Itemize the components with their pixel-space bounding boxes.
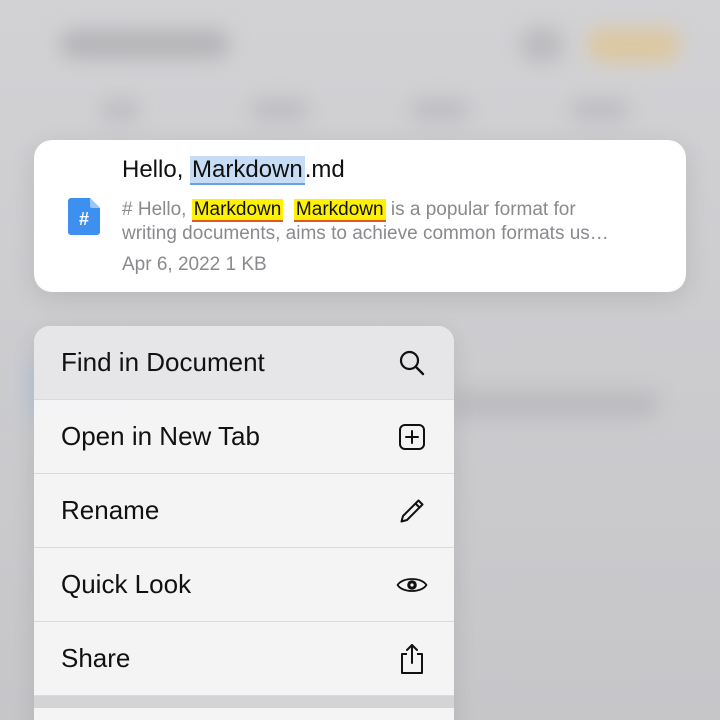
snippet-prefix: # Hello, — [122, 199, 192, 220]
blurred-toolbar-title — [60, 30, 230, 58]
menu-item-find-in-document[interactable]: Find in Document — [34, 326, 454, 400]
blurred-content — [450, 390, 660, 418]
menu-item-label: Open in New Tab — [61, 421, 260, 451]
snippet-line-1: # Hello, Markdown Markdown is a popular … — [122, 198, 662, 222]
file-icon-glyph: # — [79, 209, 89, 229]
markdown-file-icon: # — [68, 198, 100, 235]
snippet-line-2: writing documents, aims to achieve commo… — [122, 223, 609, 244]
menu-item-label: Quick Look — [61, 569, 192, 599]
search-match-highlight: Markdown — [191, 199, 284, 222]
file-date: Apr 6, 2022 — [122, 254, 221, 275]
blurred-tab — [410, 100, 470, 120]
blurred-tab — [100, 100, 140, 120]
search-icon — [396, 347, 428, 379]
blurred-tab — [250, 100, 310, 120]
file-name: Hello, Markdown.md — [122, 156, 345, 185]
menu-item-open-in-new-tab[interactable]: Open in New Tab — [34, 400, 454, 474]
menu-item-label: Find in Document — [61, 347, 265, 377]
search-match-highlight: Markdown — [293, 199, 386, 222]
pencil-icon — [396, 495, 428, 527]
context-menu: Find in Document Open in New Tab Rename … — [34, 326, 454, 720]
share-icon — [396, 643, 428, 675]
blurred-toolbar-pill — [588, 28, 680, 62]
eye-icon — [396, 569, 428, 601]
menu-item-rename[interactable]: Rename — [34, 474, 454, 548]
menu-item-label: Share — [61, 643, 131, 673]
blurred-tab — [570, 100, 630, 120]
plus-square-icon — [396, 421, 428, 453]
snippet-suffix: is a popular format for — [385, 199, 576, 220]
file-size: 1 KB — [225, 254, 267, 275]
file-metadata: Apr 6, 2022 1 KB — [122, 254, 267, 276]
menu-item-share[interactable]: Share — [34, 622, 454, 696]
blurred-toolbar-button — [520, 28, 564, 62]
content-snippet: # Hello, Markdown Markdown is a popular … — [122, 198, 662, 246]
menu-section-separator — [34, 696, 454, 708]
file-name-extension: .md — [304, 156, 345, 183]
menu-item-quick-look[interactable]: Quick Look — [34, 548, 454, 622]
file-name-match: Markdown — [190, 156, 305, 185]
file-name-prefix: Hello, — [122, 156, 191, 183]
menu-item-label: Rename — [61, 495, 160, 525]
